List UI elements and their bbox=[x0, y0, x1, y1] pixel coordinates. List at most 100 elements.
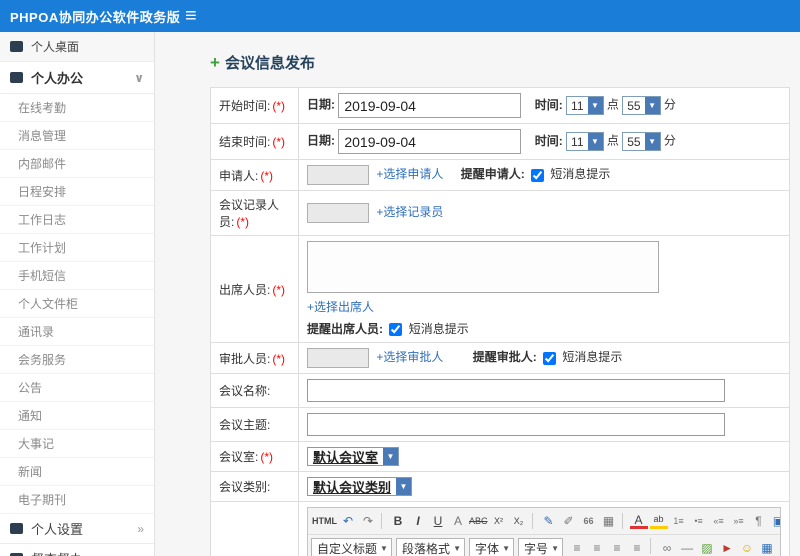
font-family-select[interactable]: 字体 ▼ bbox=[469, 538, 515, 556]
field-label: 申请人: (*) bbox=[210, 159, 299, 191]
attendees-sms-checkbox[interactable] bbox=[389, 323, 403, 337]
meeting-subject-input[interactable] bbox=[307, 413, 725, 436]
start-hour-select[interactable]: 11 ▼ bbox=[566, 96, 604, 115]
sidebar-item[interactable]: 日程安排 bbox=[0, 178, 154, 206]
sidebar-item[interactable]: 工作计划 bbox=[0, 234, 154, 262]
sidebar-item[interactable]: 大事记 bbox=[0, 430, 154, 458]
sidebar-item[interactable]: 内部邮件 bbox=[0, 150, 154, 178]
image-icon[interactable]: ▨ bbox=[698, 538, 716, 556]
start-date-input[interactable] bbox=[338, 93, 522, 118]
sidebar-item[interactable]: 手机短信 bbox=[0, 262, 154, 290]
outdent-icon[interactable]: «≡ bbox=[710, 511, 728, 531]
emoticon-icon[interactable]: ☺ bbox=[738, 538, 756, 556]
applicant-input[interactable] bbox=[307, 165, 369, 185]
sidebar-section-settings[interactable]: 个人设置 » bbox=[0, 514, 154, 544]
meeting-category-select[interactable]: 默认会议类别 ▼ bbox=[307, 477, 413, 496]
calendar-icon[interactable]: ▦ bbox=[600, 511, 618, 531]
choose-recorder-link[interactable]: +选择记录员 bbox=[376, 205, 443, 219]
link-icon[interactable]: ∞ bbox=[658, 538, 676, 556]
meeting-room-select[interactable]: 默认会议室 ▼ bbox=[307, 447, 400, 466]
media-icon[interactable]: ► bbox=[718, 538, 736, 556]
align-left-icon[interactable]: ≡ bbox=[568, 538, 586, 556]
hamburger-menu-icon[interactable]: ≡ bbox=[185, 6, 197, 26]
italic-icon[interactable]: I bbox=[409, 511, 427, 531]
main-content: + 会议信息发布 开始时间:(*) 日期: 时间: 11▼ 点 55▼ 分 bbox=[155, 32, 800, 556]
blockquote-icon[interactable]: 66 bbox=[580, 511, 598, 531]
sidebar-item[interactable]: 会务服务 bbox=[0, 346, 154, 374]
font-color-icon[interactable]: A bbox=[629, 513, 648, 529]
remind-label: 提醒出席人员: bbox=[307, 322, 383, 336]
bold-icon[interactable]: B bbox=[389, 511, 407, 531]
unordered-list-icon[interactable]: •≡ bbox=[690, 511, 708, 531]
sidebar-item[interactable]: 通讯录 bbox=[0, 318, 154, 346]
dropdown-arrow-icon: ▼ bbox=[383, 448, 399, 465]
rich-text-editor: HTML↶↷BIUAABCX²X₂✎✐66▦Aab1≡•≡«≡»≡¶▣ 自定义标… bbox=[307, 507, 781, 556]
choose-approver-link[interactable]: +选择审批人 bbox=[376, 350, 443, 364]
paragraph-format-select[interactable]: 段落格式 ▼ bbox=[396, 538, 466, 556]
choose-attendees-link[interactable]: +选择出席人 bbox=[307, 300, 374, 314]
paragraph-icon[interactable]: ¶ bbox=[750, 511, 768, 531]
approver-sms-checkbox[interactable] bbox=[543, 351, 557, 365]
end-date-input[interactable] bbox=[338, 129, 522, 154]
redo-icon[interactable]: ↷ bbox=[359, 511, 377, 531]
dropdown-arrow-icon: ▼ bbox=[453, 543, 461, 553]
sidebar-section-office[interactable]: 个人办公 ∨ bbox=[0, 62, 154, 94]
sidebar-item[interactable]: 个人文件柜 bbox=[0, 290, 154, 318]
sidebar-item[interactable]: 工作日志 bbox=[0, 206, 154, 234]
table-icon[interactable]: ▦ bbox=[758, 538, 776, 556]
sidebar-item-desktop[interactable]: 个人桌面 bbox=[0, 32, 154, 62]
sidebar-item[interactable]: 消息管理 bbox=[0, 122, 154, 150]
font-size-select[interactable]: 字号 ▼ bbox=[518, 538, 564, 556]
editor-toolbar-row2: 自定义标题▼ 段落格式▼ 字体▼ 字号▼ ≡≡≡≡∞—▨►☺▦▤ bbox=[308, 535, 780, 556]
double-chevron-icon: » bbox=[137, 521, 144, 536]
field-label: 会议室: (*) bbox=[210, 441, 299, 472]
end-hour-select[interactable]: 11 ▼ bbox=[566, 132, 604, 151]
choose-applicant-link[interactable]: +选择申请人 bbox=[376, 167, 443, 181]
grid-icon[interactable]: ▤ bbox=[778, 538, 780, 556]
superscript-icon[interactable]: X² bbox=[490, 511, 508, 531]
applicant-sms-checkbox[interactable] bbox=[531, 168, 545, 182]
gear-icon bbox=[10, 523, 23, 534]
top-bar: PHPOA协同办公软件政务版 ≡ bbox=[0, 0, 800, 32]
sidebar-section-supervision[interactable]: 督查督办 » bbox=[0, 544, 154, 556]
field-label: 会议记录人员: (*) bbox=[210, 190, 299, 236]
indent-icon[interactable]: »≡ bbox=[730, 511, 748, 531]
ordered-list-icon[interactable]: 1≡ bbox=[670, 511, 688, 531]
underline-icon[interactable]: U bbox=[429, 511, 447, 531]
editor-toolbar-row1: HTML↶↷BIUAABCX²X₂✎✐66▦Aab1≡•≡«≡»≡¶▣ bbox=[308, 508, 780, 535]
field-label: 会议主题: bbox=[210, 407, 299, 442]
sidebar-item[interactable]: 电子期刊 bbox=[0, 486, 154, 514]
sidebar-item[interactable]: 新闻 bbox=[0, 458, 154, 486]
undo-icon[interactable]: ↶ bbox=[339, 511, 357, 531]
align-right-icon[interactable]: ≡ bbox=[608, 538, 626, 556]
form-row-meeting-category: 会议类别: 默认会议类别 ▼ bbox=[210, 471, 790, 502]
fullscreen-icon[interactable]: ▣ bbox=[770, 511, 780, 531]
remove-format-icon[interactable]: A bbox=[449, 511, 467, 531]
page-title-text: 会议信息发布 bbox=[224, 55, 315, 72]
required-mark: (*) bbox=[272, 282, 286, 297]
sidebar-item[interactable]: 公告 bbox=[0, 374, 154, 402]
required-mark: (*) bbox=[260, 168, 274, 183]
sidebar-item[interactable]: 通知 bbox=[0, 402, 154, 430]
heading-style-select[interactable]: 自定义标题 ▼ bbox=[311, 538, 393, 556]
meeting-name-input[interactable] bbox=[307, 379, 725, 402]
minute-unit: 分 bbox=[663, 97, 676, 112]
sidebar-item[interactable]: 在线考勤 bbox=[0, 94, 154, 122]
remind-label: 提醒审批人: bbox=[472, 350, 537, 365]
align-center-icon[interactable]: ≡ bbox=[588, 538, 606, 556]
recorder-input[interactable] bbox=[307, 203, 369, 223]
start-minute-select[interactable]: 55 ▼ bbox=[622, 96, 661, 115]
sidebar-menu: 在线考勤 消息管理 内部邮件 日程安排 工作日志 工作计划 手机短信 个人文件柜 通讯录 会务服务… bbox=[0, 94, 154, 514]
app-window: PHPOA协同办公软件政务版 ≡ 个人桌面 个人办公 ∨ 在线考勤 消息管理 内部邮… bbox=[0, 0, 800, 556]
attendees-textarea[interactable] bbox=[307, 241, 659, 293]
strikethrough-icon[interactable]: ABC bbox=[469, 511, 488, 531]
highlight-color-icon[interactable]: ab bbox=[649, 513, 668, 529]
approver-input[interactable] bbox=[307, 348, 369, 368]
end-minute-select[interactable]: 55 ▼ bbox=[622, 132, 661, 151]
subscript-icon[interactable]: X₂ bbox=[510, 511, 528, 531]
format-brush-icon[interactable]: ✐ bbox=[560, 511, 578, 531]
align-justify-icon[interactable]: ≡ bbox=[628, 538, 646, 556]
source-code-icon[interactable]: HTML bbox=[312, 511, 337, 531]
pencil-icon[interactable]: ✎ bbox=[540, 511, 558, 531]
hr-icon[interactable]: — bbox=[678, 538, 696, 556]
